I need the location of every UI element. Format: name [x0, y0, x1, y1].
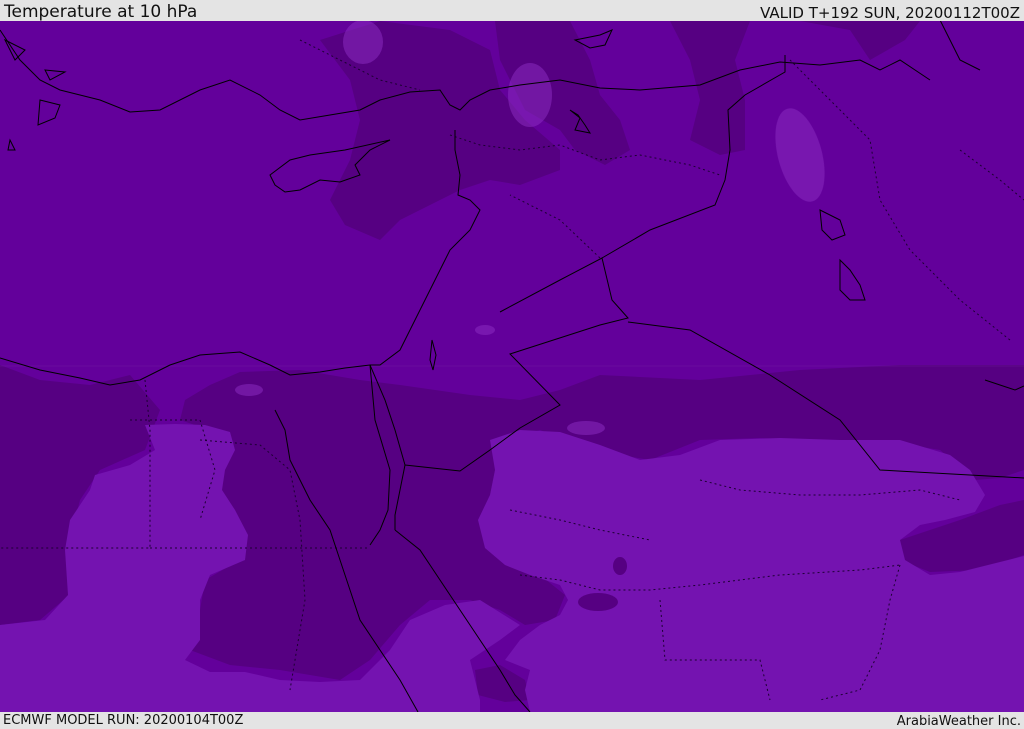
valid-time: VALID T+192 SUN, 20200112T00Z	[760, 4, 1020, 22]
warm-patch-egypt	[235, 384, 263, 396]
title-bar: Temperature at 10 hPa VALID T+192 SUN, 2…	[0, 0, 1024, 21]
map-title: Temperature at 10 hPa	[4, 2, 198, 22]
credit-label: ArabiaWeather Inc.	[896, 714, 1021, 729]
model-run-label: ECMWF MODEL RUN: 20200104T00Z	[3, 713, 244, 728]
warm-patch-turkey	[343, 21, 383, 64]
cold-patch-2	[578, 593, 618, 611]
cold-patch-1	[613, 557, 627, 575]
temperature-map[interactable]	[0, 21, 1024, 712]
warm-patch-saudi-n	[567, 421, 605, 435]
footer-bar: ECMWF MODEL RUN: 20200104T00Z ArabiaWeat…	[0, 712, 1024, 729]
warm-patch-jordan	[475, 325, 495, 335]
map-canvas	[0, 21, 1024, 712]
weather-map-app: Temperature at 10 hPa VALID T+192 SUN, 2…	[0, 0, 1024, 729]
warm-patch-syria	[508, 63, 552, 127]
